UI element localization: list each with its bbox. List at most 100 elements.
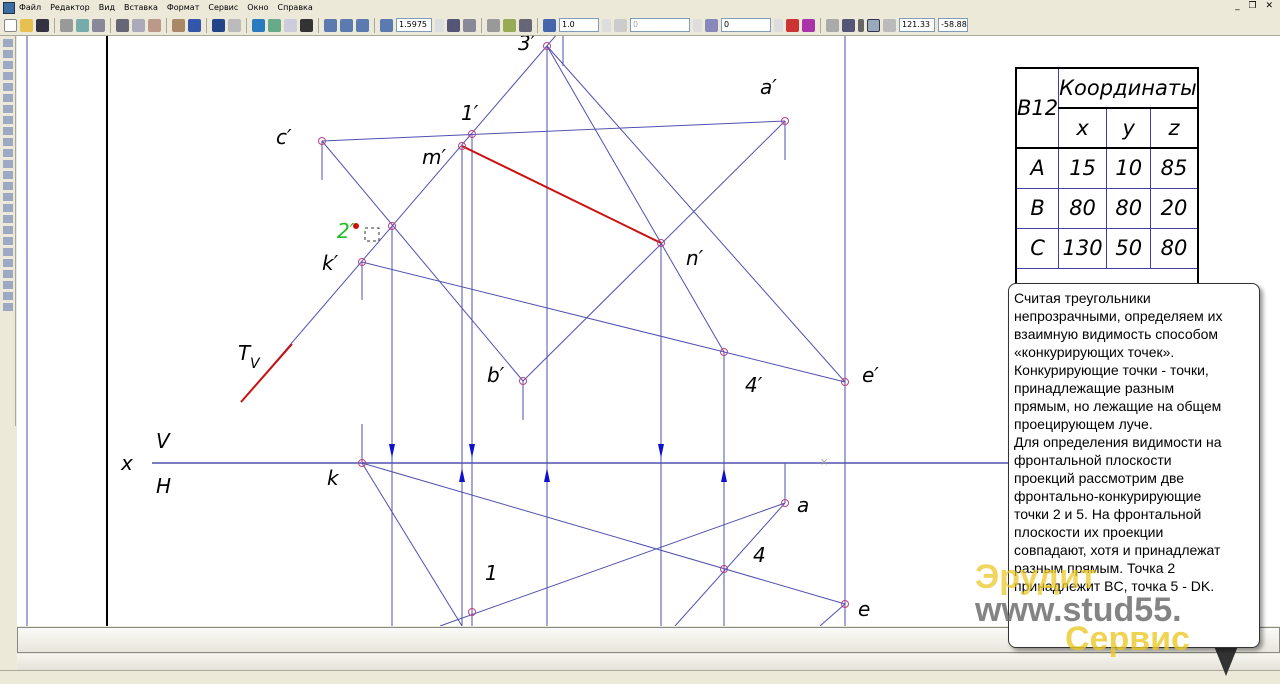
tooltip-line: проекций рассмотрим две [1014, 470, 1185, 486]
snap-icon[interactable] [786, 18, 799, 32]
layer-dropdown-icon[interactable] [774, 18, 783, 32]
menu-view[interactable]: Вид [99, 3, 115, 12]
geometry-tool-icon[interactable] [3, 39, 13, 47]
zoom-in-icon[interactable] [340, 18, 353, 32]
local-cs-icon[interactable] [842, 18, 855, 32]
menu-help[interactable]: Справка [278, 3, 313, 12]
separator [820, 17, 821, 33]
select-tool-icon[interactable] [3, 105, 13, 113]
help-pointer-icon[interactable] [300, 18, 313, 32]
function-icon[interactable] [284, 18, 297, 32]
layer-icon[interactable] [705, 18, 718, 32]
polygon-tool-icon[interactable] [3, 270, 13, 278]
refresh-icon[interactable] [487, 18, 500, 32]
zoom-out-icon[interactable] [356, 18, 369, 32]
label-4: 4 [753, 543, 766, 567]
menu-format[interactable]: Формат [167, 3, 199, 12]
step-dropdown-icon[interactable] [693, 18, 702, 32]
tooltip-tail [1214, 646, 1238, 676]
notation-tool-icon[interactable] [3, 61, 13, 69]
menu-edit[interactable]: Редактор [50, 3, 90, 12]
snap-local-icon[interactable] [802, 18, 815, 32]
polyline-tool-icon[interactable] [3, 204, 13, 212]
window-controls[interactable]: _ ❐ ✕ [1235, 1, 1276, 11]
fit-all-icon[interactable] [463, 18, 476, 32]
preview-icon[interactable] [76, 18, 89, 32]
display-icon[interactable] [519, 18, 532, 32]
round-icon[interactable] [867, 18, 880, 32]
tooltip-line: фронтальной плоскости [1014, 452, 1172, 468]
param-tool-icon[interactable] [3, 83, 13, 91]
segment-tool-icon[interactable] [3, 160, 13, 168]
label-x-axis: x [120, 451, 133, 475]
manager-icon[interactable] [252, 18, 265, 32]
library-icon[interactable] [188, 18, 201, 32]
fillet-tool-icon[interactable] [3, 237, 13, 245]
point-tool-icon[interactable] [3, 138, 13, 146]
arrow-down [469, 444, 475, 458]
status-bar [0, 670, 1280, 684]
report-tool-icon[interactable] [3, 127, 13, 135]
line-k-e-top [361, 462, 846, 605]
contour-tool-icon[interactable] [3, 292, 13, 300]
rectangle-tool-icon[interactable] [3, 259, 13, 267]
redo-icon[interactable] [228, 18, 241, 32]
properties-panel [17, 654, 1280, 670]
menu-service[interactable]: Сервис [208, 3, 238, 12]
collect-tool-icon[interactable] [3, 303, 13, 311]
cut-icon[interactable] [116, 18, 129, 32]
step-field[interactable]: 0 [630, 18, 690, 32]
layer-field[interactable]: 0 [721, 18, 771, 32]
ortho-icon[interactable] [858, 18, 864, 32]
aux-line-tool-icon[interactable] [3, 149, 13, 157]
hatch-tool-icon[interactable] [3, 281, 13, 289]
paste-icon[interactable] [148, 18, 161, 32]
zoom-dropdown-icon[interactable] [435, 18, 444, 32]
grid-icon[interactable] [826, 18, 839, 32]
regenerate-icon[interactable] [503, 18, 516, 32]
new-icon[interactable] [4, 18, 17, 32]
save-icon[interactable] [36, 18, 49, 32]
edit-tool-icon[interactable] [3, 72, 13, 80]
spline-tool-icon[interactable] [3, 215, 13, 223]
y-cell: 50 [1105, 227, 1152, 269]
dimension-tool-icon[interactable] [3, 50, 13, 58]
undo-icon[interactable] [212, 18, 225, 32]
menu-insert[interactable]: Вставка [124, 3, 158, 12]
step-icon[interactable] [614, 18, 627, 32]
arrow-up [544, 468, 550, 482]
coords-icon[interactable] [883, 18, 896, 32]
spec-tool-icon[interactable] [3, 116, 13, 124]
zoom-window-icon[interactable] [324, 18, 337, 32]
ellipse-tool-icon[interactable] [3, 193, 13, 201]
copy-icon[interactable] [132, 18, 145, 32]
cursor-icon [364, 227, 380, 242]
app-icon[interactable] [3, 1, 15, 14]
pan-icon[interactable] [447, 18, 460, 32]
chamfer-tool-icon[interactable] [3, 248, 13, 256]
coord-y-field[interactable]: -58.88 [938, 18, 968, 32]
line-style-field[interactable]: 1.0 [559, 18, 599, 32]
measure-tool-icon[interactable] [3, 94, 13, 102]
circle-tool-icon[interactable] [3, 171, 13, 179]
open-icon[interactable] [20, 18, 33, 32]
label-t-subscript: V [250, 356, 261, 372]
arrow-up [721, 468, 727, 482]
variables-icon[interactable] [268, 18, 281, 32]
label-h-plane: H [156, 474, 171, 498]
axis-x-header: x [1058, 107, 1107, 149]
zoom-field[interactable]: 1.5975 [396, 18, 432, 32]
menu-bar: Файл Редактор Вид Вставка Формат Сервис … [0, 0, 1280, 15]
arc-tool-icon[interactable] [3, 182, 13, 190]
label-k: k [327, 466, 340, 490]
menu-file[interactable]: Файл [19, 3, 41, 12]
style-icon[interactable] [543, 18, 556, 32]
bezier-tool-icon[interactable] [3, 226, 13, 234]
properties-icon[interactable] [92, 18, 105, 32]
coord-x-field[interactable]: 121.33 [899, 18, 935, 32]
menu-window[interactable]: Окно [247, 3, 268, 12]
zoom-scale-icon[interactable] [380, 18, 393, 32]
style-dropdown-icon[interactable] [602, 18, 611, 32]
format-brush-icon[interactable] [172, 18, 185, 32]
print-icon[interactable] [60, 18, 73, 32]
